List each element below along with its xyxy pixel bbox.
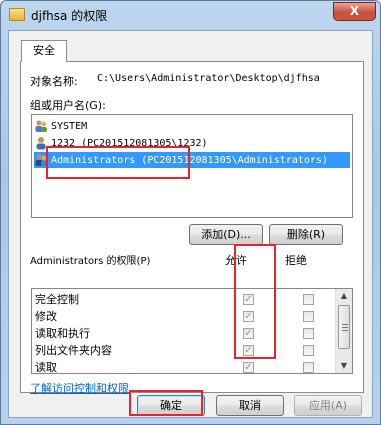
list-item-label: 1232 (PC201512081305\1232): [51, 138, 208, 149]
list-item-label: Administrators (PC201512081305\Administr…: [51, 155, 328, 166]
permissions-label: Administrators 的权限(P): [30, 256, 151, 267]
tab-security[interactable]: 安全: [21, 40, 67, 62]
object-name-value: C:\Users\Administrator\Desktop\djfhsa: [97, 73, 320, 84]
deny-checkbox[interactable]: [303, 328, 314, 339]
allow-header: 允许: [225, 254, 247, 267]
access-control-help-link[interactable]: 了解访问控制和权限: [30, 380, 129, 396]
list-item-label: SYSTEM: [51, 121, 88, 132]
deny-checkbox[interactable]: [303, 311, 314, 322]
scroll-down-arrow-icon[interactable]: ▼: [336, 359, 352, 373]
deny-checkbox[interactable]: [303, 362, 314, 373]
list-item-1232[interactable]: 1232 (PC201512081305\1232): [34, 135, 208, 151]
object-name-label: 对象名称:: [30, 75, 78, 88]
allow-checkbox[interactable]: ✓: [243, 345, 254, 356]
permission-name: 读取和执行: [35, 327, 90, 340]
permission-name: 列出文件夹内容: [35, 344, 112, 357]
permission-name: 完全控制: [35, 293, 79, 306]
remove-button[interactable]: 删除(R): [269, 224, 343, 245]
user-list[interactable]: SYSTEM 1232 (PC201512081305\1232) Admini…: [31, 114, 353, 218]
grip-line: [342, 330, 348, 331]
deny-header: 拒绝: [285, 254, 307, 267]
vertical-scrollbar[interactable]: ▲ ▼: [335, 289, 352, 373]
close-button[interactable]: X: [333, 2, 376, 21]
list-item-administrators[interactable]: Administrators (PC201512081305\Administr…: [34, 152, 350, 168]
permissions-dialog: djfhsa 的权限 X 安全 对象名称: C:\Users\Administr…: [0, 0, 381, 425]
window-title: djfhsa 的权限: [31, 9, 108, 23]
deny-checkbox[interactable]: [303, 345, 314, 356]
scroll-thumb[interactable]: [338, 305, 350, 349]
permission-name: 读取: [35, 361, 57, 374]
dialog-body: 安全 对象名称: C:\Users\Administrator\Desktop\…: [8, 30, 373, 418]
permissions-list: 完全控制 ✓ 修改 ✓ 读取和执行 ✓ 列出文件夹内容 ✓ 读取 ✓ ▲ ▼: [31, 288, 353, 374]
allow-checkbox[interactable]: ✓: [243, 311, 254, 322]
deny-checkbox[interactable]: [303, 294, 314, 305]
allow-checkbox[interactable]: ✓: [243, 328, 254, 339]
title-bar[interactable]: djfhsa 的权限 X: [1, 1, 380, 29]
groups-label: 组或用户名(G):: [30, 99, 106, 112]
user-icon: [36, 137, 46, 150]
permission-name: 修改: [35, 310, 57, 323]
grip-line: [342, 324, 348, 325]
list-item-system[interactable]: SYSTEM: [34, 118, 87, 134]
allow-checkbox[interactable]: ✓: [243, 294, 254, 305]
users-group-icon: [35, 154, 47, 166]
cancel-button[interactable]: 取消: [216, 395, 284, 416]
add-button[interactable]: 添加(D)...: [189, 224, 263, 245]
scroll-up-arrow-icon[interactable]: ▲: [336, 289, 352, 303]
ok-button[interactable]: 确定: [137, 395, 205, 416]
grip-line: [342, 327, 348, 328]
apply-button[interactable]: 应用(A): [294, 395, 362, 416]
users-group-icon: [35, 120, 47, 132]
security-panel: 对象名称: C:\Users\Administrator\Desktop\djf…: [20, 61, 364, 396]
allow-checkbox[interactable]: ✓: [243, 362, 254, 373]
folder-icon: [9, 8, 25, 21]
